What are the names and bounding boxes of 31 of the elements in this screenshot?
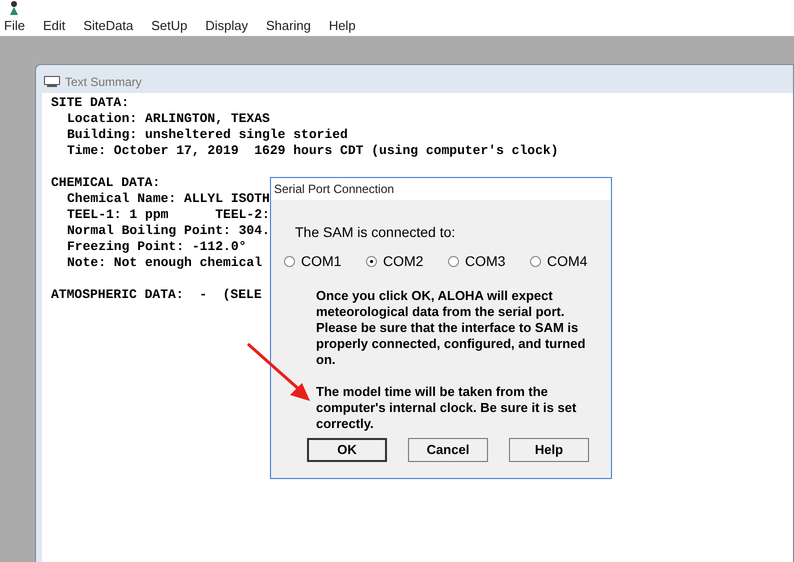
summary-line: Time: October 17, 2019 1629 hours CDT (using computer's clock) (67, 142, 558, 158)
summary-line: Chemical Name: ALLYL ISOTH (67, 190, 270, 206)
prompt-text: The SAM is connected to: (295, 223, 456, 242)
menu-item[interactable]: SetUp (151, 16, 188, 36)
summary-line: TEEL-1: 1 ppm TEEL-2: (67, 206, 270, 222)
port-radio[interactable]: COM4 (530, 251, 590, 272)
menu-item[interactable]: Edit (42, 16, 66, 36)
summary-line: Location: ARLINGTON, TEXAS (67, 110, 270, 126)
dialog-title: Serial Port Connection (271, 178, 611, 200)
port-radio[interactable]: COM3 (448, 251, 508, 272)
port-radio[interactable]: COM2 (366, 251, 426, 272)
window-title: Text Summary (65, 74, 142, 90)
section-heading: CHEMICAL DATA: (51, 174, 160, 190)
info-paragraph: Once you click OK, ALOHA will expect meteorological data from the serial port. Please be sure that the interface to SAM is properly connected, configured, and turned on. (316, 288, 586, 368)
section-heading: ATMOSPHERIC DATA: - (SELE (51, 286, 262, 302)
section-heading: SITE DATA: (51, 94, 130, 110)
menu-item[interactable]: Display (205, 16, 248, 36)
info-paragraph: The model time will be taken from the computer's internal clock. Be sure it is set correctly. (316, 384, 578, 432)
menu-item[interactable]: SiteData (83, 16, 134, 36)
summary-line: Building: unsheltered single storied (67, 126, 348, 142)
window-icon (44, 76, 60, 87)
dialog-button[interactable]: Cancel (408, 438, 488, 462)
summary-line: Freezing Point: -112.0° (67, 238, 246, 254)
menu-item[interactable]: Help (328, 16, 356, 36)
dialog-button[interactable]: Help (509, 438, 589, 462)
summary-line: Note: Not enough chemical (67, 254, 262, 270)
summary-line: Normal Boiling Point: 304. (67, 222, 270, 238)
port-radio[interactable]: COM1 (284, 251, 344, 272)
menu-item[interactable]: File (4, 16, 25, 36)
menu-item[interactable]: Sharing (266, 16, 311, 36)
dialog-button[interactable]: OK (307, 438, 387, 462)
